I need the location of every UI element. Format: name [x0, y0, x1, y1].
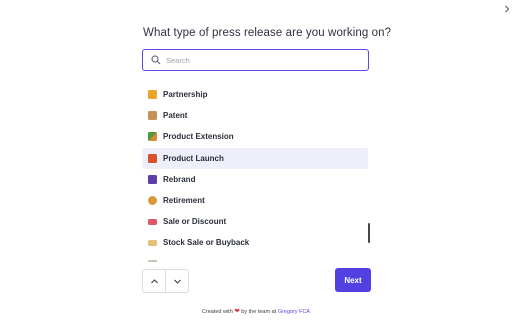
heart-icon: ❤ — [234, 308, 240, 315]
option-patent[interactable]: Patent — [142, 105, 368, 126]
footer-prefix: Created with — [201, 309, 233, 315]
footer-middle: by the team at — [241, 309, 277, 315]
options-list: Partnership Patent Product Extension Pro… — [142, 84, 369, 262]
chart-arrow-icon — [148, 132, 157, 141]
option-label: Retirement — [163, 196, 205, 205]
money-icon — [148, 239, 157, 246]
option-retirement[interactable]: Retirement — [142, 190, 368, 211]
next-button[interactable]: Next — [335, 268, 371, 292]
option-product-launch[interactable]: Product Launch — [142, 148, 368, 169]
option-product-extension[interactable]: Product Extension — [142, 126, 368, 147]
handshake-icon — [148, 90, 157, 99]
question-heading: What type of press release are you worki… — [143, 27, 392, 39]
chevron-up-icon — [150, 278, 158, 283]
nav-buttons — [142, 269, 189, 293]
scroll-icon — [148, 111, 157, 120]
option-label: Sale or Discount — [163, 217, 227, 226]
option-partial[interactable] — [142, 254, 368, 262]
search-input[interactable] — [166, 55, 356, 65]
next-arrow-button[interactable] — [165, 270, 188, 292]
sparkle-icon — [148, 175, 157, 184]
option-label: Partnership — [163, 90, 208, 99]
option-stock-sale-or-buyback[interactable]: Stock Sale or Buyback — [142, 232, 368, 253]
chevron-right-icon — [505, 5, 510, 13]
search-icon — [151, 55, 161, 65]
partial-icon — [148, 260, 157, 262]
option-sale-or-discount[interactable]: Sale or Discount — [142, 211, 368, 232]
previous-button[interactable] — [143, 270, 165, 292]
option-label: Stock Sale or Buyback — [163, 238, 250, 247]
team-link[interactable]: Gregory FCA — [278, 309, 310, 315]
option-label: Product Extension — [163, 132, 234, 141]
option-label: Product Launch — [163, 154, 224, 163]
search-box[interactable] — [142, 49, 369, 71]
footer: Created with ❤ by the team at Gregory FC… — [0, 307, 512, 315]
option-rebrand[interactable]: Rebrand — [142, 169, 368, 190]
option-partnership[interactable]: Partnership — [142, 84, 368, 105]
close-button[interactable] — [503, 3, 512, 17]
person-icon — [148, 196, 157, 205]
gift-icon — [148, 154, 157, 163]
list-scrollbar[interactable] — [368, 223, 370, 243]
ticket-icon — [148, 218, 157, 225]
chevron-down-icon — [173, 279, 181, 284]
option-label: Patent — [163, 111, 188, 120]
option-label: Rebrand — [163, 175, 196, 184]
